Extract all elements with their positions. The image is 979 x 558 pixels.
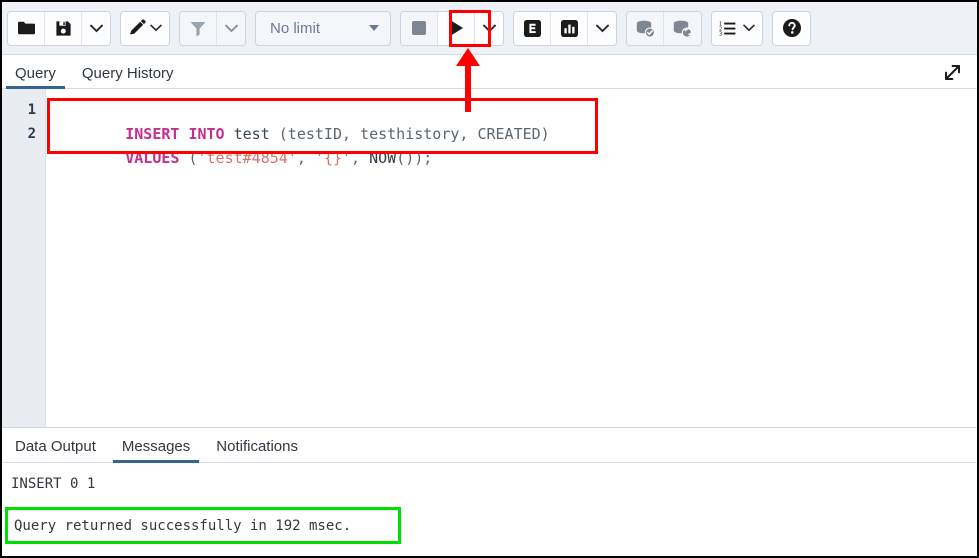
macros-button-group: 1 2 3	[711, 11, 763, 46]
pencil-icon	[128, 19, 146, 37]
folder-icon	[17, 20, 36, 36]
file-button-group	[7, 11, 111, 46]
sql-token-identifier: test	[225, 125, 279, 143]
funnel-icon	[189, 20, 207, 37]
output-tabstrip: Data Output Messages Notifications	[2, 427, 977, 463]
chevron-down-icon	[225, 24, 238, 33]
edit-button[interactable]	[121, 12, 169, 45]
chevron-down-icon	[743, 24, 755, 32]
explain-e-icon	[523, 19, 542, 38]
macros-button[interactable]: 1 2 3	[712, 12, 762, 45]
tab-query[interactable]: Query	[2, 66, 69, 88]
explain-analyze-button[interactable]	[551, 12, 588, 45]
sql-token-columns: (testID, testhistory, CREATED)	[279, 125, 550, 143]
sql-editor[interactable]: 1 2 INSERT INTO test (testID, testhistor…	[2, 89, 977, 427]
filter-button[interactable]	[180, 12, 217, 45]
sql-token-function: NOW	[369, 149, 396, 167]
sql-token-punct: ,	[297, 149, 315, 167]
bar-chart-icon	[560, 19, 579, 38]
message-success-line: Query returned successfully in 192 msec.	[14, 516, 351, 536]
main-toolbar: No limit	[2, 2, 977, 55]
execute-button[interactable]	[438, 12, 475, 45]
chevron-down-icon	[90, 24, 103, 33]
code-line-1: INSERT INTO test (testID, testhistory, C…	[53, 98, 977, 122]
tab-query-history-label: Query History	[82, 65, 174, 82]
database-check-icon	[635, 19, 656, 38]
row-limit-select[interactable]: No limit	[255, 11, 391, 46]
editor-tabstrip: Query Query History	[2, 55, 977, 89]
commit-button[interactable]	[627, 12, 664, 45]
sql-token-keyword: VALUES	[125, 149, 179, 167]
transaction-button-group	[626, 11, 702, 46]
tab-query-history[interactable]: Query History	[69, 66, 187, 88]
tab-messages[interactable]: Messages	[109, 439, 203, 462]
expand-panel-button[interactable]	[942, 62, 963, 88]
tab-notifications[interactable]: Notifications	[203, 439, 311, 462]
help-button-group	[772, 11, 811, 46]
explain-button[interactable]	[514, 12, 551, 45]
sql-token-punct: ());	[396, 149, 432, 167]
sql-token-string: 'test#4854'	[198, 149, 297, 167]
chevron-down-icon	[483, 24, 496, 33]
row-limit-value: No limit	[270, 20, 320, 37]
line-number: 2	[2, 122, 45, 146]
line-number: 1	[2, 98, 45, 122]
tab-notifications-label: Notifications	[216, 438, 298, 455]
tab-data-output-label: Data Output	[15, 438, 96, 455]
filter-button-group	[179, 11, 246, 46]
message-success-highlight-annotation: Query returned successfully in 192 msec.	[5, 507, 401, 544]
rollback-button[interactable]	[664, 12, 701, 45]
chevron-down-icon	[596, 24, 609, 33]
save-file-button[interactable]	[45, 12, 82, 45]
question-circle-icon	[782, 18, 802, 38]
chevron-down-icon	[150, 24, 162, 32]
messages-pane: INSERT 0 1 Query returned successfully i…	[2, 463, 977, 556]
floppy-disk-icon	[55, 20, 72, 37]
help-button[interactable]	[773, 12, 810, 45]
svg-text:3: 3	[719, 31, 722, 36]
execute-button-group	[400, 11, 504, 46]
sql-token-keyword: INSERT INTO	[125, 125, 224, 143]
save-dropdown-button[interactable]	[82, 12, 110, 45]
query-tool-window: No limit	[0, 0, 979, 558]
message-result-line: INSERT 0 1	[11, 474, 977, 494]
database-undo-icon	[672, 19, 693, 38]
sql-token-punct: ,	[351, 149, 369, 167]
filter-dropdown-button[interactable]	[217, 12, 245, 45]
sql-code-area[interactable]: INSERT INTO test (testID, testhistory, C…	[46, 89, 977, 427]
play-triangle-icon	[448, 19, 465, 37]
open-file-button[interactable]	[8, 12, 45, 45]
numbered-list-icon: 1 2 3	[719, 20, 740, 37]
sql-token-punct: (	[179, 149, 197, 167]
execute-dropdown-button[interactable]	[475, 12, 503, 45]
expand-arrows-icon	[942, 70, 963, 87]
sql-token-string: '{}'	[315, 149, 351, 167]
line-number-gutter: 1 2	[2, 89, 46, 427]
caret-down-icon	[369, 25, 379, 31]
stop-square-icon	[411, 20, 427, 36]
tab-messages-label: Messages	[122, 438, 190, 455]
explain-button-group	[513, 11, 617, 46]
edit-button-group	[120, 11, 170, 46]
tab-query-label: Query	[15, 65, 56, 82]
explain-dropdown-button[interactable]	[588, 12, 616, 45]
tab-data-output[interactable]: Data Output	[2, 439, 109, 462]
stop-button[interactable]	[401, 12, 438, 45]
